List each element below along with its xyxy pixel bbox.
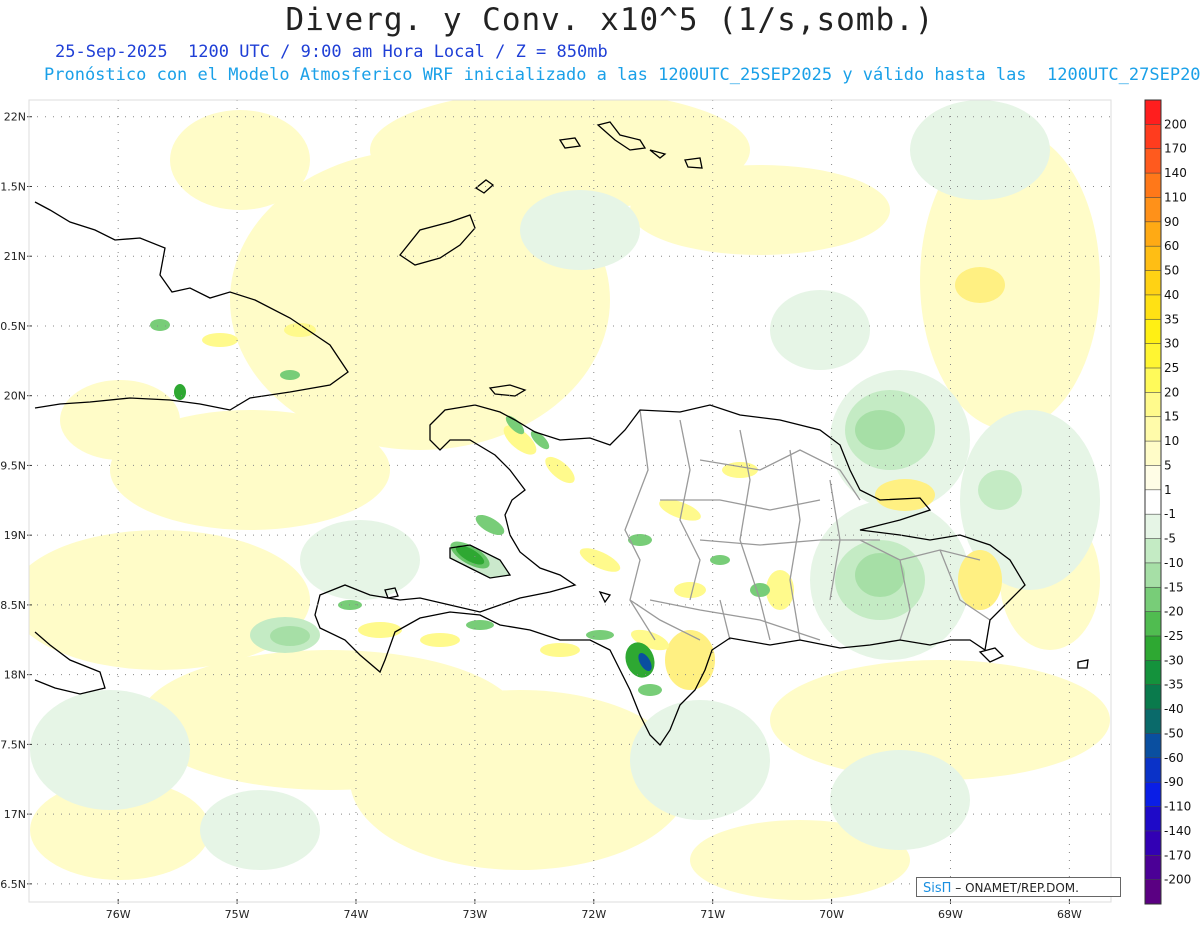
colorbar-swatch <box>1145 660 1161 686</box>
lat-tick-label: 22N <box>4 111 26 124</box>
colorbar-label: -35 <box>1164 678 1184 692</box>
latitude-labels: 22N 1.5N 21N 0.5N 20N 9.5N 19N 8.5N 18N 7.5N 17N 6.… <box>0 111 32 891</box>
lon-tick-label: 71W <box>700 908 725 921</box>
colorbar-label: 5 <box>1164 458 1172 472</box>
colorbar-label: 90 <box>1164 215 1179 229</box>
colorbar-swatch <box>1145 246 1161 272</box>
lat-tick-label: 8.5N <box>0 599 26 612</box>
colorbar-label: -200 <box>1164 873 1191 887</box>
colorbar-label: -60 <box>1164 751 1184 765</box>
colorbar-label: 25 <box>1164 361 1179 375</box>
colorbar-swatch <box>1145 636 1161 661</box>
lat-tick-label: 19N <box>4 529 26 542</box>
colorbar-label: -170 <box>1164 848 1191 862</box>
lon-tick-label: 76W <box>106 908 131 921</box>
colorbar-label: -90 <box>1164 775 1184 789</box>
lat-tick-label: 18N <box>4 669 26 682</box>
lat-tick-label: 17N <box>4 808 26 821</box>
colorbar-swatch <box>1145 221 1161 247</box>
colorbar-swatch <box>1145 562 1161 588</box>
colorbar-swatch <box>1145 733 1161 759</box>
colorbar-swatch <box>1145 879 1161 905</box>
colorbar-swatch <box>1145 343 1161 369</box>
colorbar-label: 35 <box>1164 312 1179 326</box>
colorbar-label: -50 <box>1164 726 1184 740</box>
lon-tick-label: 75W <box>225 908 250 921</box>
lon-tick-label: 73W <box>462 908 487 921</box>
colorbar-swatch <box>1145 319 1161 345</box>
lat-tick-label: 21N <box>4 250 26 263</box>
colorbar-label: -1 <box>1164 507 1176 521</box>
colorbar-label: 10 <box>1164 434 1179 448</box>
colorbar-swatch <box>1145 611 1161 637</box>
map-canvas: 22N 1.5N 21N 0.5N 20N 9.5N 19N 8.5N 18N 7.5N 17N 6.… <box>0 99 1191 921</box>
colorbar-swatch <box>1145 489 1161 515</box>
colorbar-swatch <box>1145 124 1161 150</box>
colorbar-legend: 200 170 140 110 90 60 50 40 35 30 25 20 15 10 5 1 -1 -5 -1… <box>1144 99 1191 905</box>
colorbar-label: 170 <box>1164 142 1187 156</box>
colorbar-swatch <box>1145 173 1161 198</box>
colorbar-swatch <box>1145 270 1161 296</box>
footer-credit: SisΠ – ONAMET/REP.DOM. <box>916 877 1121 897</box>
colorbar-label: 60 <box>1164 239 1179 253</box>
footer-org: – ONAMET/REP.DOM. <box>955 881 1079 895</box>
colorbar-swatch <box>1145 416 1161 442</box>
lon-tick-label: 69W <box>938 908 963 921</box>
sispi-logo: SisΠ <box>923 881 952 896</box>
colorbar-swatch <box>1145 368 1161 393</box>
colorbar-swatch <box>1145 100 1161 125</box>
colorbar-swatch <box>1145 197 1161 223</box>
lat-tick-label: 6.5N <box>0 878 26 891</box>
colorbar-label: -5 <box>1164 532 1176 546</box>
colorbar-swatch <box>1145 830 1161 856</box>
lat-tick-label: 7.5N <box>0 738 26 751</box>
lat-tick-label: 0.5N <box>0 320 26 333</box>
colorbar-label: 50 <box>1164 264 1179 278</box>
colorbar-label: -140 <box>1164 824 1191 838</box>
colorbar-swatch <box>1145 148 1161 174</box>
colorbar-label: -20 <box>1164 605 1184 619</box>
colorbar-swatch <box>1145 709 1161 734</box>
colorbar-swatch <box>1145 465 1161 491</box>
colorbar-label: -110 <box>1164 800 1191 814</box>
colorbar-swatch <box>1145 855 1161 881</box>
colorbar-swatch <box>1145 392 1161 418</box>
lat-tick-label: 9.5N <box>0 459 26 472</box>
lat-tick-label: 20N <box>4 390 26 403</box>
divergence-field <box>29 100 1111 902</box>
colorbar-label: 40 <box>1164 288 1179 302</box>
colorbar-swatch <box>1145 684 1161 710</box>
colorbar-label: -25 <box>1164 629 1184 643</box>
lon-tick-label: 70W <box>819 908 844 921</box>
colorbar-swatch <box>1145 782 1161 808</box>
colorbar-label: 200 <box>1164 117 1187 131</box>
colorbar-swatch <box>1145 514 1161 540</box>
colorbar-swatch <box>1145 806 1161 832</box>
lat-tick-label: 1.5N <box>0 180 26 193</box>
colorbar-swatch <box>1145 441 1161 466</box>
colorbar-label: 15 <box>1164 410 1179 424</box>
colorbar-label: 140 <box>1164 166 1187 180</box>
colorbar-label: 1 <box>1164 483 1172 497</box>
colorbar-swatch <box>1145 538 1161 564</box>
colorbar-swatch <box>1145 757 1161 783</box>
colorbar-label: -30 <box>1164 653 1184 667</box>
colorbar-label: 30 <box>1164 337 1179 351</box>
colorbar-swatch <box>1145 587 1161 613</box>
colorbar-label: -15 <box>1164 580 1184 594</box>
colorbar-swatch <box>1145 294 1161 320</box>
lon-tick-label: 68W <box>1057 908 1082 921</box>
lon-tick-label: 72W <box>581 908 606 921</box>
colorbar-label: -10 <box>1164 556 1184 570</box>
lon-tick-label: 74W <box>344 908 369 921</box>
colorbar-label: 20 <box>1164 385 1179 399</box>
colorbar-label: 110 <box>1164 190 1187 204</box>
colorbar-label: -40 <box>1164 702 1184 716</box>
